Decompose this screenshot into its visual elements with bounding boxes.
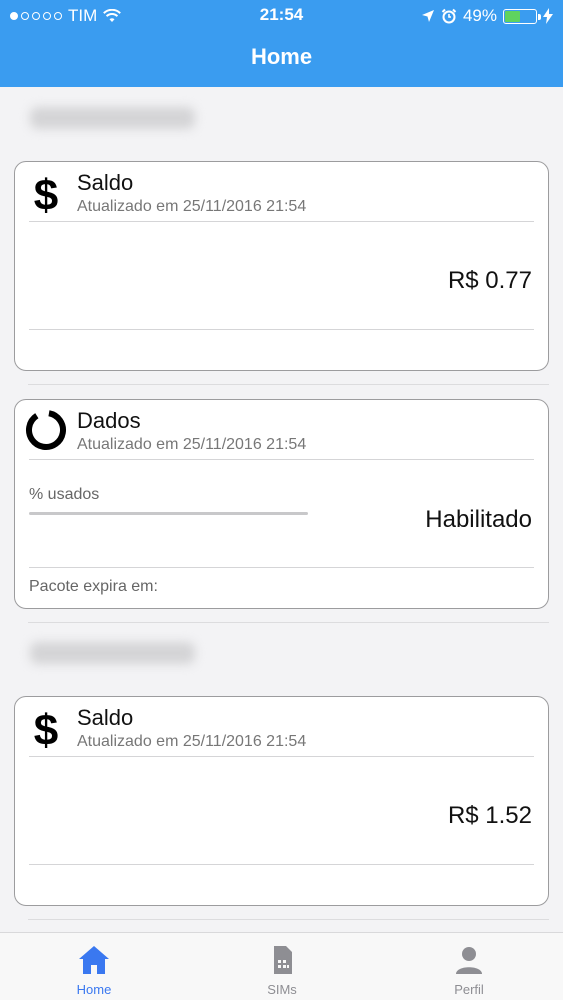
card-title: Saldo [77, 705, 134, 730]
card-divider [29, 459, 534, 460]
sim-card-icon [274, 946, 292, 974]
home-icon [79, 946, 109, 974]
card-divider [29, 756, 534, 757]
location-arrow-icon [421, 10, 434, 22]
balance-value: R$ 1.52 [447, 802, 532, 829]
card-divider [29, 221, 534, 222]
battery-icon [503, 8, 541, 24]
card-title: Saldo [77, 170, 134, 195]
app-header: TIM 21:54 49% Home [0, 0, 563, 87]
dollar-sign-icon: $ [34, 709, 58, 749]
card-divider [29, 329, 534, 330]
card-divider [29, 567, 534, 568]
updated-timestamp: Atualizado em 25/11/2016 21:54 [77, 198, 307, 215]
updated-timestamp: Atualizado em 25/11/2016 21:54 [77, 436, 307, 453]
tab-label: Perfil [454, 982, 484, 997]
account-number-blurred [30, 107, 195, 129]
data-status: Habilitado [425, 506, 532, 533]
balance-value: R$ 0.77 [447, 267, 532, 294]
section-separator [28, 919, 549, 920]
balance-card[interactable]: $ Saldo Atualizado em 25/11/2016 21:54 R… [14, 696, 549, 906]
page-title: Home [250, 44, 313, 69]
expiry-label: Pacote expira em: [29, 578, 158, 595]
data-card[interactable]: Dados Atualizado em 25/11/2016 21:54 % u… [14, 399, 549, 609]
status-right: 49% [421, 6, 553, 26]
tab-perfil[interactable]: Perfil [375, 933, 563, 1000]
section-separator [28, 622, 549, 623]
card-title: Dados [77, 408, 141, 433]
tab-home[interactable]: Home [0, 933, 188, 1000]
data-usage-bar [29, 512, 308, 515]
tab-label: SIMs [267, 982, 297, 997]
tab-label: Home [76, 982, 112, 997]
section-separator [28, 384, 549, 385]
charging-bolt-icon [543, 8, 553, 24]
tab-bar: Home SIMs Perfil [0, 932, 563, 1000]
dollar-sign-icon: $ [34, 174, 58, 214]
svg-text:$: $ [34, 709, 58, 749]
percent-used-label: % usados [29, 486, 100, 503]
balance-card[interactable]: $ Saldo Atualizado em 25/11/2016 21:54 R… [14, 161, 549, 371]
person-icon [456, 947, 482, 974]
tab-sims[interactable]: SIMs [188, 933, 376, 1000]
card-divider [29, 864, 534, 865]
updated-timestamp: Atualizado em 25/11/2016 21:54 [77, 733, 307, 750]
status-bar: TIM 21:54 49% [0, 0, 563, 30]
alarm-clock-icon [441, 8, 457, 24]
account-number-blurred [30, 642, 195, 664]
svg-text:$: $ [34, 174, 58, 214]
data-usage-ring-icon [26, 410, 66, 450]
battery-percent: 49% [462, 6, 497, 25]
